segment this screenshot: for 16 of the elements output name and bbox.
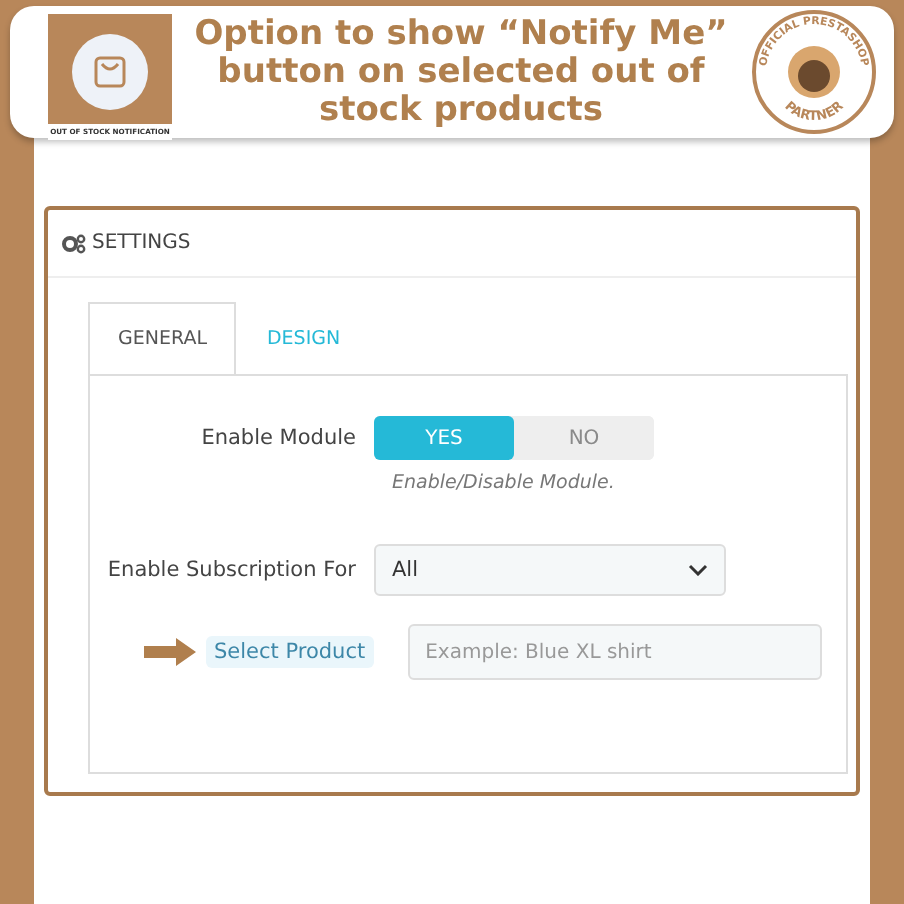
tab[interactable]: GENERAL <box>88 302 237 374</box>
field-label: Enable Module <box>199 426 358 450</box>
product-search-field[interactable]: Example: Blue XL shirt <box>407 624 822 680</box>
banner-title: Option to show “Notify Me” button on selected out of stock products <box>192 15 730 129</box>
field-label: Enable Subscription For <box>105 558 358 582</box>
chevron-down-icon <box>688 564 708 576</box>
panel-title: SETTINGS <box>92 232 191 254</box>
arrow-icon <box>144 638 196 666</box>
field-label: Select Product <box>206 636 374 668</box>
subscription-select[interactable]: All <box>374 544 726 596</box>
bag-icon <box>70 31 150 111</box>
gears-icon <box>62 233 86 253</box>
help-text: Enable/Disable Module. <box>390 472 617 494</box>
toggle-option[interactable]: YES <box>374 416 514 460</box>
tab[interactable]: DESIGN <box>236 302 371 374</box>
toggle-switch[interactable]: YES NO <box>374 416 654 460</box>
